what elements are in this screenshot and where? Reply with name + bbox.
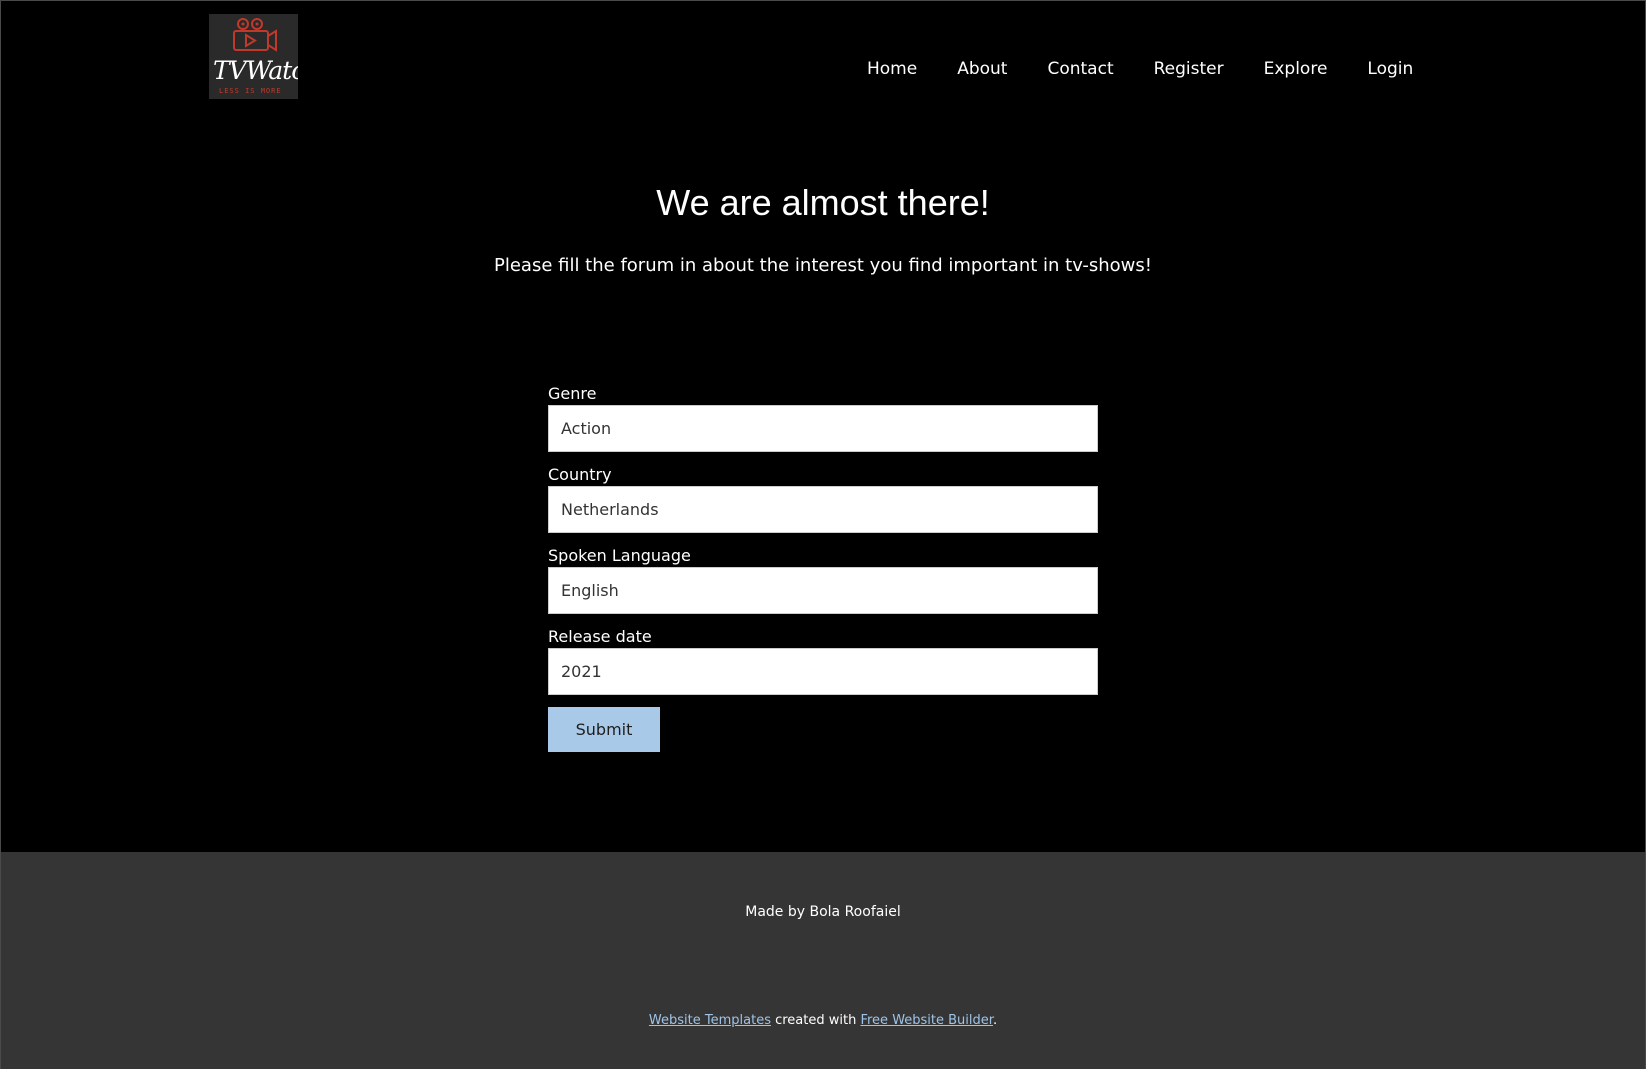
main-nav: Home About Contact Register Explore Logi… (867, 59, 1413, 79)
language-label: Spoken Language (548, 546, 691, 565)
genre-label: Genre (548, 384, 597, 403)
footer-credits-end: . (992, 1013, 998, 1028)
nav-about[interactable]: About (957, 59, 1007, 79)
genre-field-group: Genre Action (548, 383, 1098, 452)
nav-explore[interactable]: Explore (1264, 59, 1328, 79)
release-date-input[interactable]: 2021 (548, 648, 1098, 695)
language-field-group: Spoken Language English (548, 545, 1098, 614)
nav-login[interactable]: Login (1367, 59, 1413, 79)
submit-button[interactable]: Submit (548, 707, 660, 752)
website-templates-link[interactable]: Website Templates (649, 1013, 771, 1028)
footer-made-by: Made by Bola Roofaiel (745, 904, 901, 920)
genre-input[interactable]: Action (548, 405, 1098, 452)
country-label: Country (548, 465, 612, 484)
footer: Made by Bola Roofaiel Website Templates … (1, 852, 1645, 1069)
language-input[interactable]: English (548, 567, 1098, 614)
main-section: TVWatch LESS IS MORE Home About Contact … (1, 1, 1645, 852)
page: TVWatch LESS IS MORE Home About Contact … (0, 0, 1646, 1069)
logo-tagline: LESS IS MORE (219, 87, 282, 95)
release-date-label: Release date (548, 627, 652, 646)
page-title: We are almost there! (656, 182, 990, 223)
nav-home[interactable]: Home (867, 59, 917, 79)
preferences-form: Genre Action Country Netherlands Spoken … (548, 383, 1098, 752)
camera-icon (233, 18, 277, 52)
footer-credits: Website Templates created with Free Webs… (1, 1013, 1645, 1028)
country-field-group: Country Netherlands (548, 464, 1098, 533)
nav-contact[interactable]: Contact (1047, 59, 1113, 79)
logo-text: TVWatch (213, 56, 298, 85)
nav-register[interactable]: Register (1154, 59, 1224, 79)
release-date-field-group: Release date 2021 (548, 626, 1098, 695)
free-website-builder-link[interactable]: Free Website Builder (860, 1013, 992, 1028)
footer-credits-text: created with (770, 1013, 861, 1028)
page-subtitle: Please fill the forum in about the inter… (493, 255, 1152, 276)
logo[interactable]: TVWatch LESS IS MORE (209, 14, 298, 99)
country-input[interactable]: Netherlands (548, 486, 1098, 533)
